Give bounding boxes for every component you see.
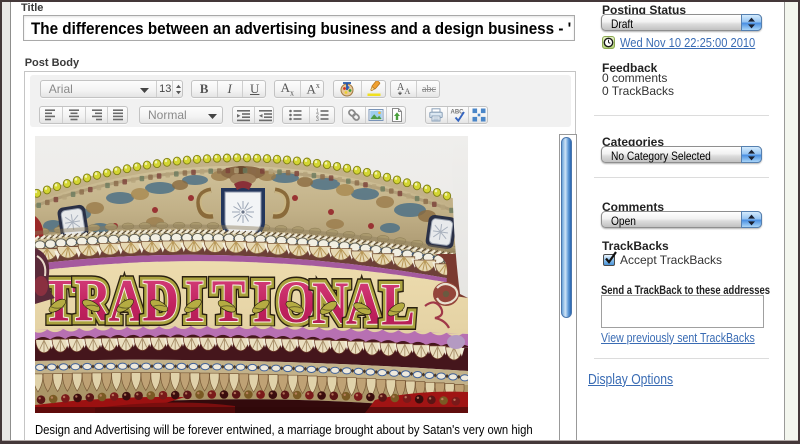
svg-text:R: R: [75, 268, 112, 334]
svg-text:A: A: [404, 87, 410, 96]
svg-text:T: T: [212, 268, 246, 334]
svg-text:3: 3: [316, 117, 319, 123]
svg-text:O: O: [277, 269, 316, 335]
svg-text:D: D: [143, 268, 179, 334]
svg-text:A: A: [346, 271, 382, 337]
